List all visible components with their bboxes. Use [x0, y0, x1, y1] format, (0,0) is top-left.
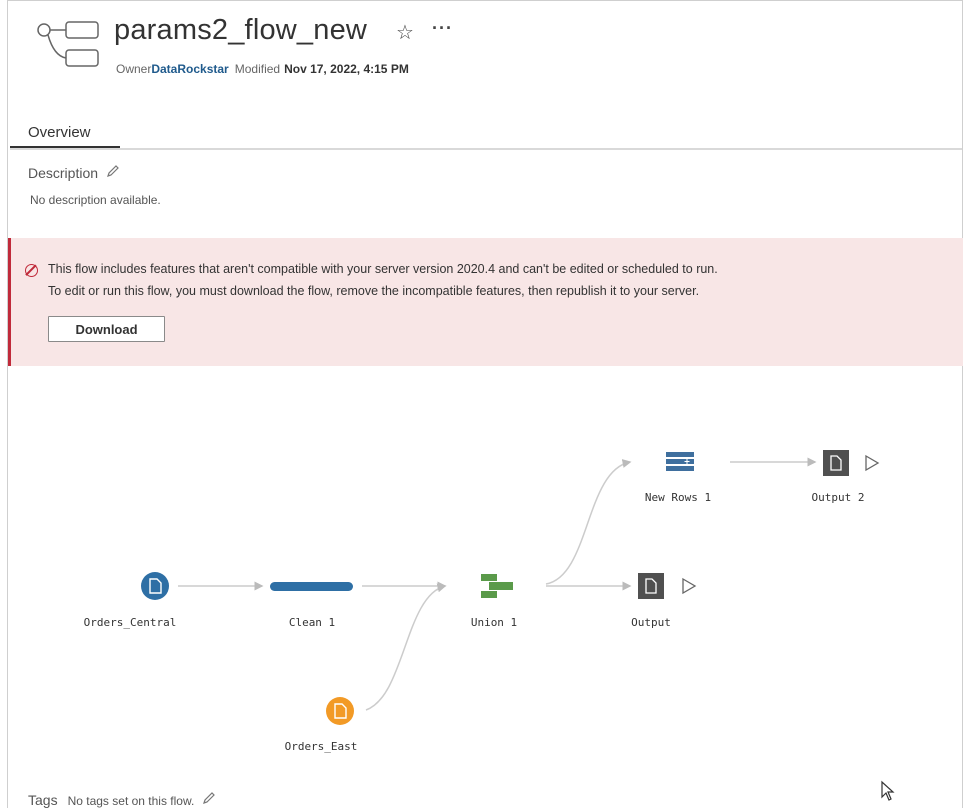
mouse-cursor-icon [881, 780, 895, 801]
run-output-icon[interactable] [682, 577, 697, 595]
tags-section: Tags No tags set on this flow. [28, 791, 216, 808]
download-button[interactable]: Download [48, 316, 165, 342]
edit-description-icon[interactable] [106, 164, 120, 181]
union1-label: Union 1 [470, 616, 518, 629]
description-section: Description [28, 164, 120, 181]
connector-union-newrows [545, 459, 632, 585]
output-label: Output [631, 616, 671, 629]
error-icon [25, 264, 38, 277]
alert-message-line1: This flow includes features that aren't … [48, 262, 718, 276]
run-output2-icon[interactable] [865, 454, 880, 472]
more-icon[interactable]: ··· [432, 18, 453, 39]
alert-message-line2: To edit or run this flow, you must downl… [48, 284, 700, 298]
orders-central-label: Orders_Central [83, 616, 177, 629]
metadata-line: OwnerDataRockstar Modified Nov 17, 2022, 4… [116, 62, 409, 76]
output2-node[interactable] [823, 450, 849, 476]
page-title: params2_flow_new [114, 14, 368, 46]
union-node[interactable] [481, 574, 513, 598]
flow-diagram [141, 450, 880, 725]
tags-label: Tags [28, 792, 58, 808]
output2-label: Output 2 [811, 491, 865, 504]
clean1-label: Clean 1 [288, 616, 336, 629]
modified-date: Nov 17, 2022, 4:15 PM [284, 62, 409, 76]
output-node[interactable] [638, 573, 664, 599]
star-icon[interactable]: ☆ [396, 20, 414, 45]
tab-bar: Overview [10, 120, 962, 150]
connector-east-union [365, 583, 447, 711]
orders-east-label: Orders_East [284, 740, 358, 753]
clean-node[interactable] [270, 582, 353, 591]
owner-label: Owner [116, 62, 152, 76]
modified-label: Modified [234, 62, 281, 76]
input-node-orders-east[interactable] [326, 697, 354, 725]
new-rows1-label: New Rows 1 [644, 491, 712, 504]
edit-tags-icon[interactable] [202, 791, 216, 808]
incompatibility-alert: This flow includes features that aren't … [8, 238, 963, 366]
owner-link[interactable]: DataRockstar [151, 62, 228, 76]
tab-overview[interactable]: Overview [28, 124, 91, 145]
flow-canvas: Orders_Central Clean 1 Union 1 Output Ne… [0, 366, 965, 786]
flow-icon [37, 21, 99, 67]
input-node-orders-central[interactable] [141, 572, 169, 600]
new-rows-node[interactable] [666, 452, 694, 471]
description-text: No description available. [30, 193, 161, 207]
description-label: Description [28, 165, 99, 181]
tags-text: No tags set on this flow. [67, 794, 195, 808]
active-tab-indicator [10, 146, 120, 148]
